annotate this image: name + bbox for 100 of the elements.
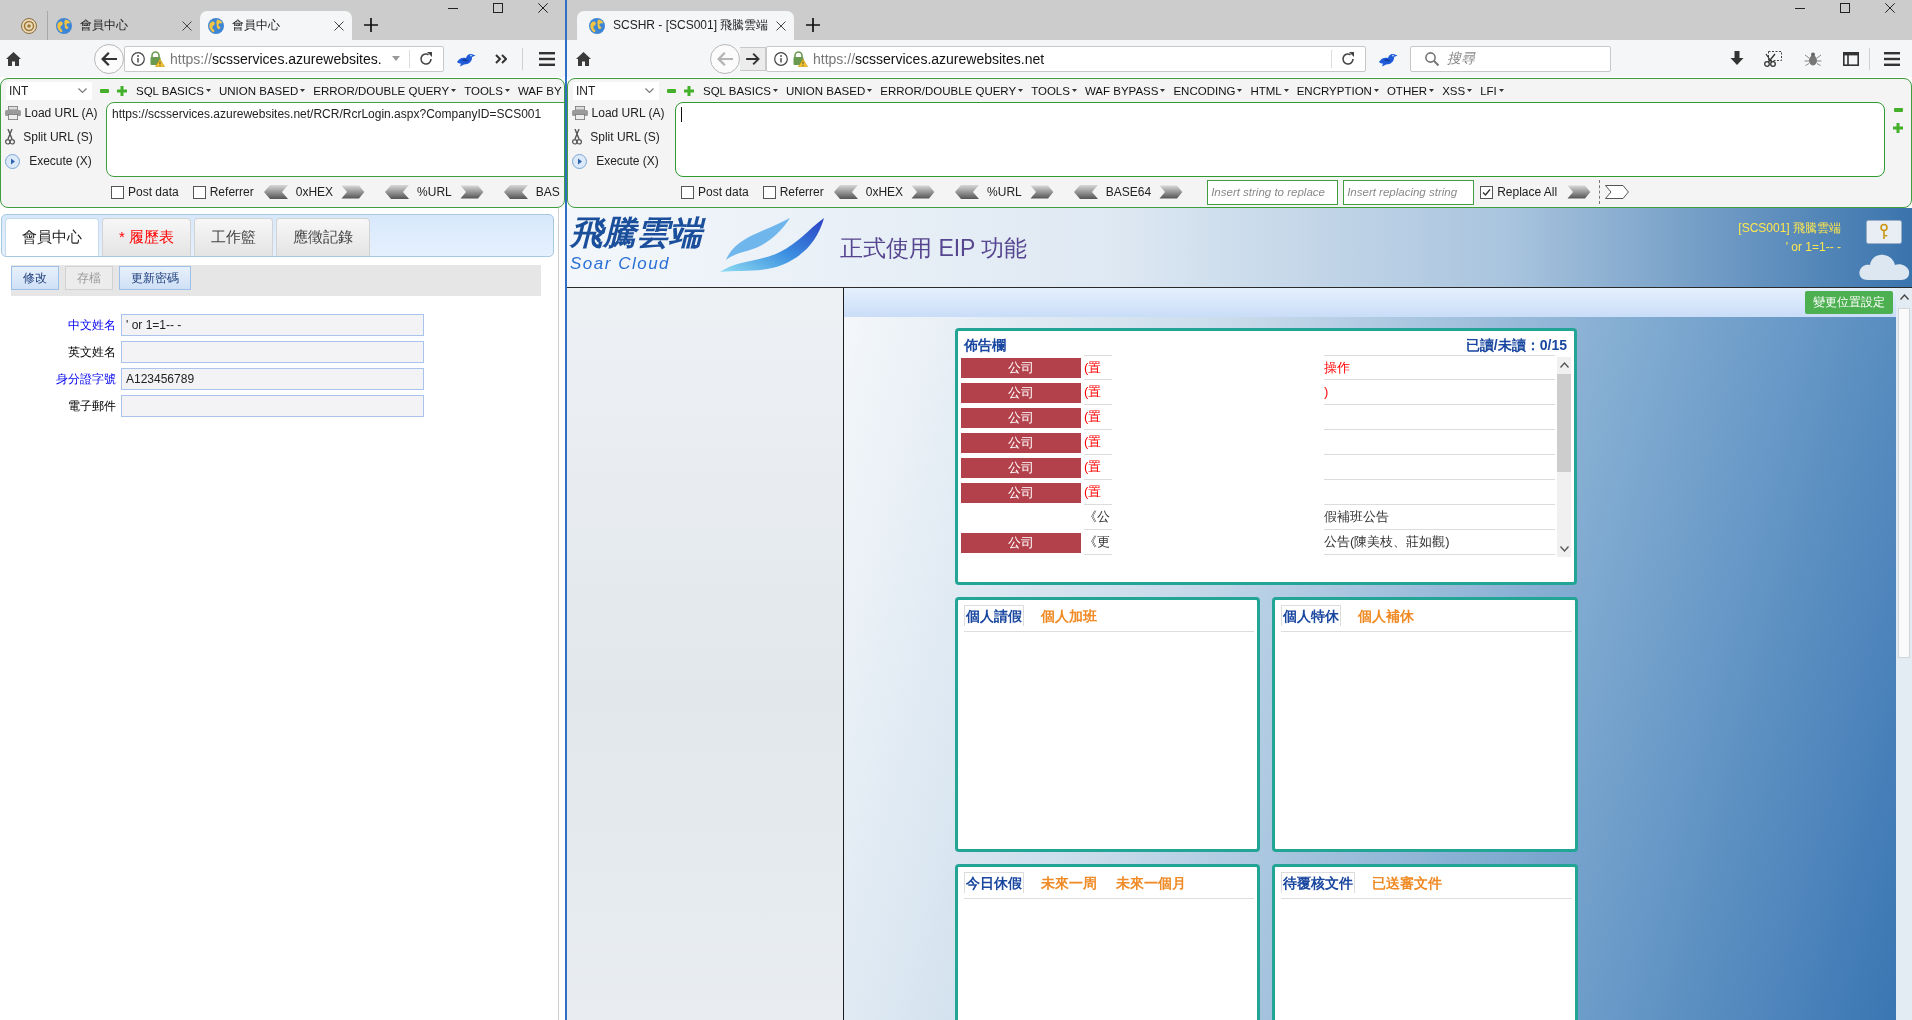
- url-field[interactable]: https://scsservices.azurewebsites.net/RCR/RcrLogin.aspx?CompanyID=SCS001: [106, 102, 564, 177]
- encoding-select[interactable]: INT: [573, 81, 659, 100]
- scroll-thumb[interactable]: [1898, 308, 1910, 658]
- action-button[interactable]: Split URL (S): [572, 127, 668, 147]
- scrollbar[interactable]: [1896, 288, 1912, 1020]
- table-cell[interactable]: (置: [1084, 355, 1112, 380]
- plus-icon[interactable]: [806, 18, 821, 32]
- text-field[interactable]: ' or 1=1-- -: [121, 314, 424, 336]
- chevron-right-icon[interactable]: [341, 185, 366, 199]
- menu-button[interactable]: UNION BASED: [218, 84, 306, 97]
- search-field[interactable]: 搜尋: [1410, 45, 1611, 72]
- table-cell[interactable]: 《公: [1084, 505, 1112, 530]
- checkbox[interactable]: [762, 185, 776, 199]
- action-button[interactable]: 更新密碼: [119, 266, 191, 290]
- close-icon[interactable]: [776, 20, 787, 31]
- sidebar-icon[interactable]: [1843, 51, 1859, 66]
- reload-icon[interactable]: [1341, 51, 1355, 66]
- menu-button[interactable]: ENCODING: [1173, 84, 1243, 97]
- replace-field[interactable]: Insert replacing string: [1343, 179, 1475, 205]
- chevron-up-icon[interactable]: [1899, 294, 1909, 300]
- table-cell[interactable]: (置: [1084, 430, 1112, 455]
- text-field[interactable]: A123456789: [121, 368, 424, 390]
- download-icon[interactable]: [1730, 51, 1744, 66]
- menu-button[interactable]: WAF BYPASS: [1084, 84, 1166, 97]
- menu-button[interactable]: TOOLS: [464, 84, 510, 97]
- maximize-icon[interactable]: [1840, 3, 1850, 13]
- back-button[interactable]: [94, 43, 124, 74]
- chevron-left-icon[interactable]: [955, 185, 980, 199]
- menu-button[interactable]: WAF BY: [517, 84, 564, 97]
- scroll-thumb[interactable]: [1557, 374, 1571, 472]
- maximize-icon[interactable]: [493, 3, 503, 13]
- close-icon[interactable]: [334, 20, 344, 31]
- checkbox[interactable]: [111, 185, 124, 199]
- chevron-right-icon[interactable]: [1159, 185, 1184, 199]
- chevron-right-icon[interactable]: [1567, 185, 1592, 199]
- page-tab[interactable]: 工作籃: [194, 218, 273, 256]
- menu-button[interactable]: HTML: [1250, 84, 1289, 97]
- panel-tab[interactable]: 今日休假: [964, 872, 1024, 893]
- action-button[interactable]: 修改: [11, 266, 59, 290]
- menu-button[interactable]: OTHER: [1386, 84, 1435, 97]
- find-field[interactable]: Insert string to replace: [1207, 179, 1339, 205]
- close-icon[interactable]: [182, 20, 192, 31]
- address-bar[interactable]: https://scsservices.azurewebsites.: [124, 45, 444, 72]
- scrollbar[interactable]: [1557, 357, 1571, 557]
- panel-tab[interactable]: 待覆核文件: [1281, 872, 1355, 893]
- plus-icon[interactable]: [364, 18, 378, 32]
- chevron-up-icon[interactable]: [1559, 362, 1569, 368]
- browser-tab[interactable]: 會員中心: [48, 11, 200, 40]
- minus-icon[interactable]: [667, 88, 676, 93]
- action-button[interactable]: Load URL (A): [572, 103, 668, 123]
- minimize-icon[interactable]: [448, 7, 458, 9]
- minus-icon[interactable]: [100, 88, 109, 93]
- chevron-left-icon[interactable]: [385, 185, 410, 199]
- table-cell[interactable]: ): [1324, 380, 1555, 405]
- url-field[interactable]: [675, 102, 1885, 177]
- checkbox[interactable]: [192, 185, 206, 199]
- checkbox[interactable]: [681, 185, 694, 199]
- table-cell[interactable]: 假補班公告: [1324, 505, 1555, 530]
- menu-icon[interactable]: [539, 51, 555, 66]
- encoding-select[interactable]: INT: [6, 81, 92, 100]
- caret-icon[interactable]: [392, 56, 400, 61]
- table-cell[interactable]: (置: [1084, 380, 1112, 405]
- chevron-down-icon[interactable]: [1559, 546, 1569, 552]
- menu-button[interactable]: ERROR/DOUBLE QUERY: [313, 84, 457, 97]
- chevron-left-icon[interactable]: [263, 185, 288, 199]
- page-tab[interactable]: 應徵記錄: [276, 218, 370, 256]
- table-cell[interactable]: 《更: [1084, 530, 1112, 555]
- info-icon[interactable]: [774, 51, 788, 66]
- menu-button[interactable]: LFI: [1480, 84, 1504, 97]
- close-icon[interactable]: [1885, 3, 1895, 13]
- page-tab[interactable]: 會員中心: [5, 218, 99, 256]
- chevron-right-icon[interactable]: [1605, 185, 1630, 199]
- text-field[interactable]: [121, 395, 424, 417]
- menu-icon[interactable]: [1884, 51, 1900, 66]
- chevron-left-icon[interactable]: [503, 185, 528, 199]
- reload-icon[interactable]: [419, 51, 433, 66]
- minus-icon[interactable]: [1893, 108, 1903, 112]
- home-icon[interactable]: [576, 51, 591, 66]
- checkbox[interactable]: [1480, 185, 1494, 199]
- bug-icon[interactable]: [1804, 51, 1822, 66]
- panel-tab[interactable]: 個人特休: [1281, 605, 1341, 626]
- address-bar[interactable]: https://scsservices.azurewebsites.net: [766, 45, 1366, 72]
- close-icon[interactable]: [538, 3, 548, 13]
- menu-button[interactable]: TOOLS: [1031, 84, 1077, 97]
- menu-button[interactable]: ERROR/DOUBLE QUERY: [880, 84, 1024, 97]
- scissors-icon[interactable]: [1764, 50, 1782, 67]
- home-icon[interactable]: [6, 51, 21, 66]
- action-button[interactable]: Load URL (A): [5, 103, 101, 123]
- info-icon[interactable]: [131, 51, 145, 66]
- chevron-right-icon[interactable]: [911, 185, 936, 199]
- chevron-right-icon[interactable]: [459, 185, 484, 199]
- minimize-icon[interactable]: [1795, 7, 1805, 9]
- chevron-left-icon[interactable]: [833, 185, 858, 199]
- forward-button[interactable]: [740, 46, 766, 71]
- table-cell[interactable]: (置: [1084, 405, 1112, 430]
- panel-tab[interactable]: 個人請假: [964, 605, 1024, 626]
- table-cell[interactable]: (置: [1084, 480, 1112, 505]
- browser-tab[interactable]: SCSHR - [SCS001] 飛騰雲端: [577, 11, 795, 40]
- menu-button[interactable]: UNION BASED: [785, 84, 873, 97]
- menu-button[interactable]: SQL BASICS: [136, 84, 211, 97]
